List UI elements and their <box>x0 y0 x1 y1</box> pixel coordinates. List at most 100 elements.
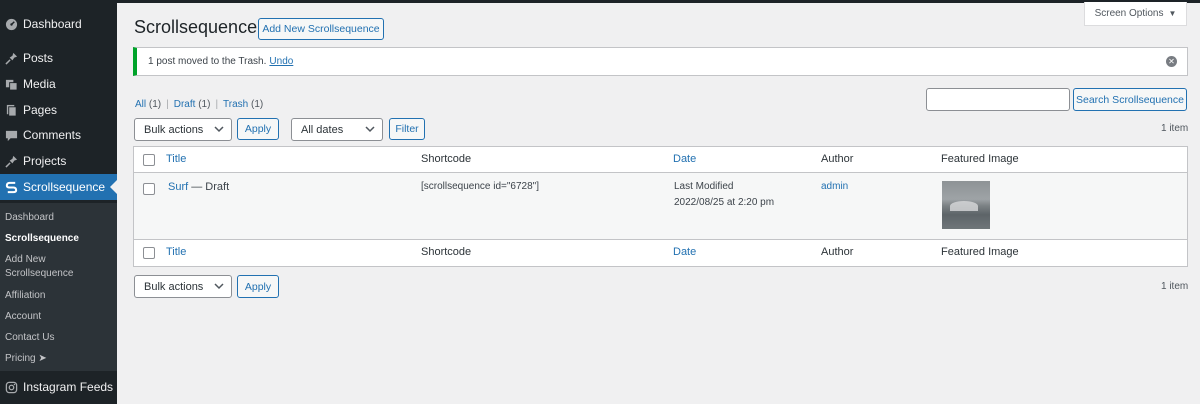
date-filter-select[interactable]: All dates <box>291 118 383 141</box>
sidebar-item-label: Media <box>23 77 56 91</box>
post-title-link[interactable]: Surf <box>168 181 188 193</box>
column-title-footer[interactable]: Title <box>166 246 186 258</box>
wave-image <box>950 201 978 211</box>
column-featured-image-footer: Featured Image <box>941 246 1019 258</box>
view-trash-label: Trash <box>223 99 249 110</box>
column-title[interactable]: Title <box>166 153 186 165</box>
submenu-item-dashboard[interactable]: Dashboard <box>5 211 113 225</box>
submenu-item-pricing[interactable]: Pricing ➤ <box>5 352 113 366</box>
comments-icon <box>4 128 18 142</box>
shortcode-value: [scrollsequence id="6728"] <box>421 181 540 192</box>
date-value: 2022/08/25 at 2:20 pm <box>674 197 775 208</box>
sidebar-item-label: Instagram Feeds <box>23 380 114 394</box>
submenu-item-scrollsequence[interactable]: Scrollsequence <box>5 232 113 246</box>
sidebar-item-pages[interactable]: Pages <box>0 97 117 123</box>
view-all-label: All <box>135 99 147 110</box>
add-new-button[interactable]: Add New Scrollsequence <box>258 18 384 40</box>
sidebar-item-comments[interactable]: Comments <box>0 122 117 148</box>
pin-icon <box>4 51 18 65</box>
search-input[interactable] <box>926 88 1070 111</box>
table-row: Surf — Draft [scrollsequence id="6728"] … <box>134 173 1187 239</box>
view-trash-count: (1) <box>251 99 264 110</box>
column-shortcode: Shortcode <box>421 153 472 165</box>
posts-table: Title Shortcode Date Author Featured Ima… <box>133 146 1188 267</box>
sidebar-item-label: Scrollsequence <box>23 180 106 194</box>
view-draft-count: (1) <box>198 99 211 110</box>
column-featured-image: Featured Image <box>941 153 1019 165</box>
search-button[interactable]: Search Scrollsequence <box>1073 88 1187 111</box>
scrollsequence-icon <box>4 180 18 194</box>
sidebar-item-media[interactable]: Media <box>0 71 117 97</box>
column-author-footer: Author <box>821 246 854 258</box>
dismiss-icon[interactable]: ✕ <box>1166 56 1177 67</box>
sidebar-item-scrollsequence[interactable]: Scrollsequence <box>0 174 117 200</box>
view-separator: | <box>215 99 219 110</box>
date-filter-value: All dates <box>301 123 344 136</box>
view-all-link[interactable]: All (1) <box>135 99 161 110</box>
notice-text: 1 post moved to the Trash. <box>148 56 267 67</box>
chevron-down-icon <box>365 124 375 136</box>
pin-icon <box>4 154 18 168</box>
submenu-item-affiliation[interactable]: Affiliation <box>5 289 113 303</box>
sidebar-item-label: Pages <box>23 103 58 117</box>
select-all-checkbox[interactable] <box>143 154 155 166</box>
post-state: — Draft <box>191 181 230 193</box>
column-shortcode-footer: Shortcode <box>421 246 472 258</box>
sidebar-item-label: Dashboard <box>23 17 82 31</box>
author-cell: admin <box>821 179 848 195</box>
bulk-actions-value: Bulk actions <box>144 280 204 293</box>
author-link[interactable]: admin <box>821 181 848 192</box>
sidebar-item-posts[interactable]: Posts <box>0 45 117 71</box>
sidebar-item-projects[interactable]: Projects <box>0 148 117 174</box>
media-icon <box>4 77 18 91</box>
view-trash-link[interactable]: Trash (1) <box>223 99 263 110</box>
admin-bar <box>0 0 1200 3</box>
select-all-checkbox-footer[interactable] <box>143 247 155 259</box>
bulk-actions-select[interactable]: Bulk actions <box>134 118 232 141</box>
apply-button[interactable]: Apply <box>237 118 279 140</box>
active-menu-indicator <box>110 180 117 194</box>
pages-icon <box>4 103 18 117</box>
sidebar-submenu: Dashboard Scrollsequence Add New Scrolls… <box>0 203 117 371</box>
table-header: Title Shortcode Date Author Featured Ima… <box>134 147 1187 173</box>
sidebar-item-instagram-feeds[interactable]: Instagram Feeds <box>0 374 117 400</box>
view-all-count: (1) <box>148 99 162 110</box>
items-count-bottom: 1 item <box>1161 281 1189 292</box>
filter-button[interactable]: Filter <box>389 118 425 140</box>
submenu-item-account[interactable]: Account <box>5 310 113 324</box>
admin-sidebar: Dashboard Posts Media Pages Comments Pro… <box>0 0 117 404</box>
featured-image-thumbnail[interactable] <box>942 181 990 229</box>
view-separator: | <box>166 99 169 110</box>
sidebar-item-label: Comments <box>23 128 82 142</box>
date-cell: Last Modified 2022/08/25 at 2:20 pm <box>674 179 774 211</box>
sidebar-item-dashboard[interactable]: Dashboard <box>0 11 117 37</box>
bulk-actions-select-bottom[interactable]: Bulk actions <box>134 275 232 298</box>
table-footer: Title Shortcode Date Author Featured Ima… <box>134 239 1187 265</box>
items-count: 1 item <box>1161 123 1189 134</box>
date-label: Last Modified <box>674 181 734 192</box>
page-title: Scrollsequence <box>134 17 258 37</box>
column-date[interactable]: Date <box>673 153 696 165</box>
dashboard-icon <box>4 17 18 31</box>
trash-notice: 1 post moved to the Trash. Undo ✕ <box>133 47 1188 76</box>
chevron-down-icon <box>214 281 224 293</box>
submenu-item-contact-us[interactable]: Contact Us <box>5 331 113 345</box>
row-checkbox[interactable] <box>143 183 155 195</box>
instagram-icon <box>4 380 18 394</box>
view-draft-link[interactable]: Draft (1) <box>174 99 211 110</box>
undo-link[interactable]: Undo <box>269 56 293 67</box>
column-date-footer[interactable]: Date <box>673 246 696 258</box>
submenu-item-add-new[interactable]: Add New Scrollsequence <box>5 253 85 281</box>
view-filters: All (1) | Draft (1) | Trash (1) <box>135 99 263 110</box>
apply-button-bottom[interactable]: Apply <box>237 275 279 298</box>
chevron-down-icon <box>214 124 224 136</box>
caret-down-icon: ▼ <box>1168 9 1177 18</box>
column-author: Author <box>821 153 854 165</box>
sidebar-item-label: Projects <box>23 154 67 168</box>
bulk-actions-value: Bulk actions <box>144 123 204 136</box>
row-title-cell: Surf — Draft <box>168 179 229 195</box>
screen-options-label: Screen Options <box>1094 8 1164 19</box>
screen-options-button[interactable]: Screen Options ▼ <box>1084 2 1187 26</box>
sidebar-item-label: Posts <box>23 51 54 65</box>
view-draft-label: Draft <box>173 99 196 110</box>
